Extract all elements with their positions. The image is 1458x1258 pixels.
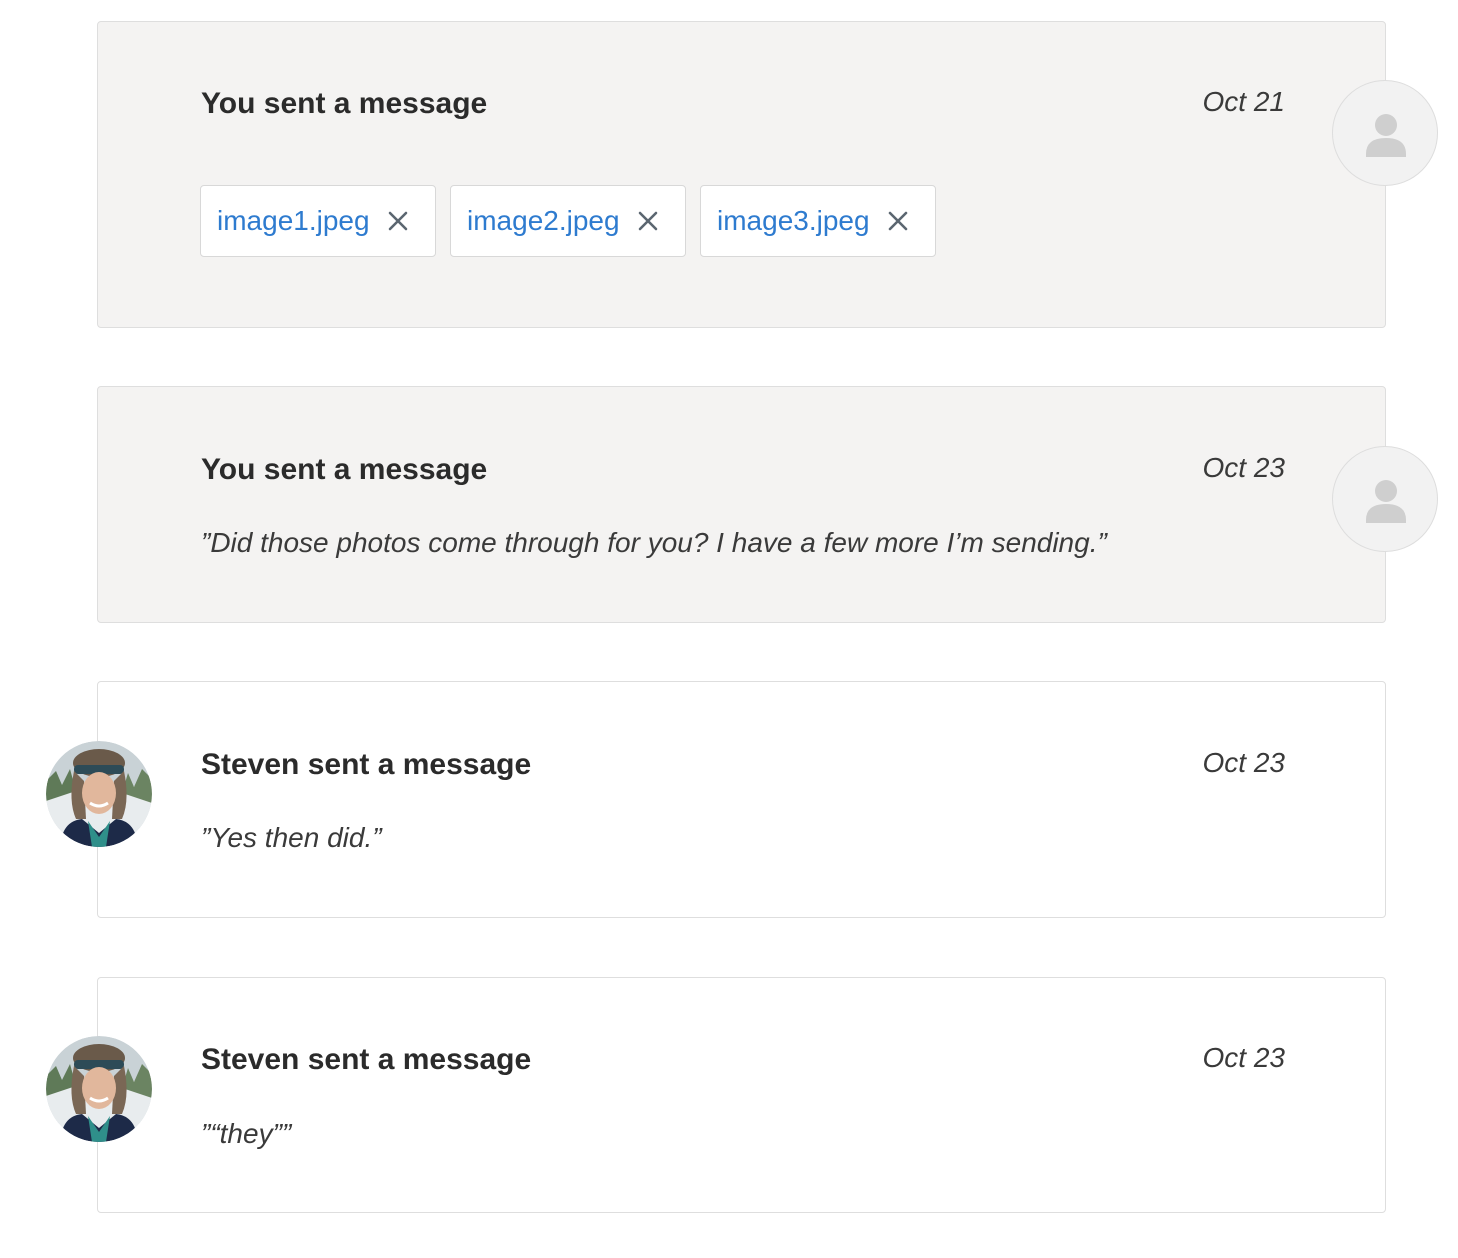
close-icon[interactable] (637, 210, 659, 232)
user-avatar (1332, 80, 1438, 186)
message-card-sent: You sent a message Oct 23 ”Did those pho… (97, 386, 1386, 623)
message-date: Oct 23 (1202, 1042, 1285, 1073)
contact-avatar[interactable] (46, 1036, 152, 1142)
attachment-link[interactable]: image3.jpeg (717, 205, 870, 237)
user-avatar (1332, 446, 1438, 552)
message-card-received: Steven sent a message Oct 23 ”Yes then d… (97, 681, 1386, 918)
message-date: Oct 23 (1202, 452, 1285, 483)
attachment-list: image1.jpeg image2.jpeg image3.jpeg (200, 185, 936, 257)
message-title: Steven sent a message (201, 748, 532, 781)
message-card-sent: You sent a message Oct 21 image1.jpeg im… (97, 21, 1386, 328)
message-body: ”Did those photos come through for you? … (201, 527, 1107, 558)
message-title: Steven sent a message (201, 1043, 532, 1076)
contact-avatar[interactable] (46, 741, 152, 847)
attachment-chip[interactable]: image1.jpeg (200, 185, 436, 257)
message-body: ”Yes then did.” (201, 822, 382, 853)
attachment-chip[interactable]: image3.jpeg (700, 185, 936, 257)
message-title: You sent a message (201, 453, 488, 486)
steven-avatar (46, 741, 152, 847)
message-body: ”“they”” (201, 1118, 292, 1149)
attachment-link[interactable]: image2.jpeg (467, 205, 620, 237)
user-silhouette-icon (1366, 480, 1406, 523)
message-title: You sent a message (201, 87, 488, 120)
user-silhouette-icon (1366, 114, 1406, 157)
steven-avatar (46, 1036, 152, 1142)
close-icon[interactable] (387, 210, 409, 232)
attachment-chip[interactable]: image2.jpeg (450, 185, 686, 257)
message-date: Oct 21 (1202, 86, 1285, 117)
message-card-received: Steven sent a message Oct 23 ”“they”” (97, 977, 1386, 1213)
close-icon[interactable] (887, 210, 909, 232)
attachment-link[interactable]: image1.jpeg (217, 205, 370, 237)
message-date: Oct 23 (1202, 747, 1285, 778)
